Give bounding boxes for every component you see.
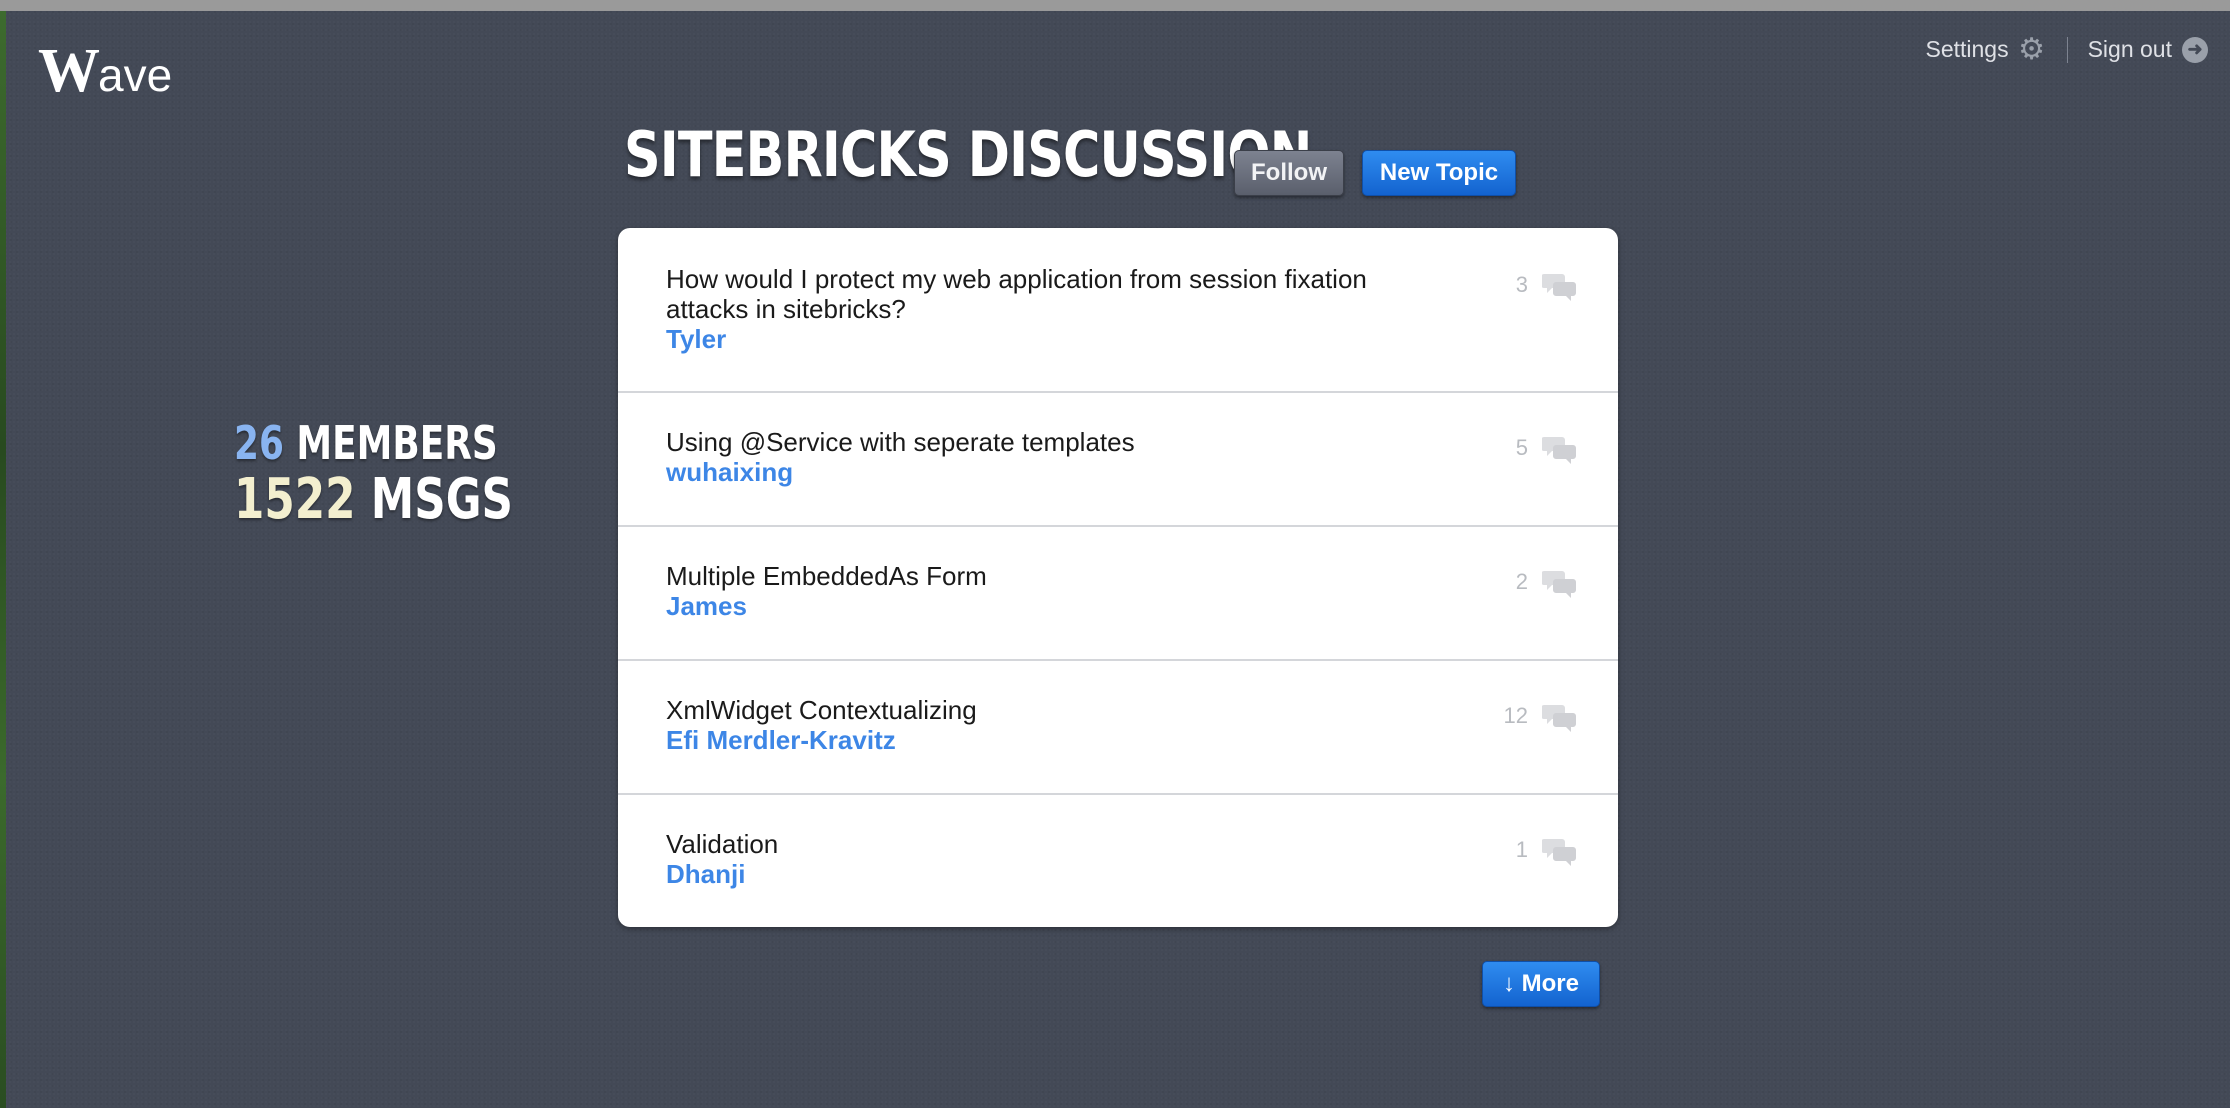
topic-list: How would I protect my web application f…: [618, 228, 1618, 927]
topic-row[interactable]: XmlWidget Contextualizing Efi Merdler-Kr…: [618, 659, 1618, 795]
topic-author[interactable]: wuhaixing: [666, 457, 1386, 487]
topic-title-text[interactable]: Multiple EmbeddedAs Form: [666, 561, 987, 591]
reply-count: 5: [1515, 435, 1528, 460]
topic-title-text[interactable]: Using @Service with seperate templates: [666, 427, 1135, 457]
logo-initial: W: [38, 37, 100, 105]
speech-bubbles-icon: [1542, 274, 1576, 301]
settings-label: Settings: [1925, 36, 2009, 62]
speech-bubbles-icon: [1542, 571, 1576, 598]
topic-title[interactable]: Validation Dhanji: [666, 829, 1386, 889]
topic-row[interactable]: Multiple EmbeddedAs Form James 2: [618, 525, 1618, 661]
messages-label: MSGS: [370, 467, 514, 532]
messages-count: 1522: [234, 467, 356, 532]
speech-bubbles-icon: [1542, 839, 1576, 866]
speech-bubbles-icon: [1542, 437, 1576, 464]
page-title: SITEBRICKS DISCUSSION: [624, 118, 1312, 191]
group-stats: 26 MEMBERS 1522 MSGS: [234, 416, 513, 530]
topic-title-text[interactable]: Validation: [666, 829, 778, 859]
messages-stat: 1522 MSGS: [234, 470, 513, 530]
topic-title[interactable]: How would I protect my web application f…: [666, 264, 1386, 354]
settings-link[interactable]: Settings ⚙: [1925, 32, 2046, 66]
topic-row[interactable]: Using @Service with seperate templates w…: [618, 391, 1618, 527]
topic-author[interactable]: Tyler: [666, 324, 1386, 354]
reply-count: 2: [1515, 569, 1528, 594]
topic-title[interactable]: XmlWidget Contextualizing Efi Merdler-Kr…: [666, 695, 1386, 755]
reply-count: 12: [1503, 703, 1528, 728]
arrow-right-circle-icon: ➜: [2182, 36, 2208, 63]
header-divider: [2066, 36, 2068, 63]
reply-count: 3: [1515, 272, 1528, 297]
window-top-bar: [0, 0, 2230, 11]
app-logo[interactable]: Wave: [38, 36, 172, 110]
logo-rest: ave: [98, 49, 173, 101]
topic-title[interactable]: Multiple EmbeddedAs Form James: [666, 561, 1386, 621]
more-button[interactable]: ↓ More: [1482, 961, 1600, 1007]
speech-bubbles-icon: [1542, 705, 1576, 732]
members-stat: 26 MEMBERS: [234, 416, 513, 470]
follow-button[interactable]: Follow: [1234, 150, 1344, 196]
sign-out-link[interactable]: Sign out ➜: [2088, 36, 2208, 63]
sign-out-label: Sign out: [2087, 36, 2172, 62]
topic-title-text[interactable]: How would I protect my web application f…: [666, 264, 1367, 324]
members-count: 26: [234, 416, 284, 470]
reply-count: 1: [1515, 837, 1528, 862]
account-links: Settings ⚙ Sign out ➜: [1925, 32, 2208, 66]
topic-title-text[interactable]: XmlWidget Contextualizing: [666, 695, 977, 725]
gear-icon: ⚙: [2018, 32, 2046, 66]
topic-row[interactable]: How would I protect my web application f…: [618, 228, 1618, 393]
topic-title[interactable]: Using @Service with seperate templates w…: [666, 427, 1386, 487]
new-topic-button[interactable]: New Topic: [1362, 150, 1516, 196]
topic-row[interactable]: Validation Dhanji 1: [618, 793, 1618, 927]
topic-author[interactable]: James: [666, 591, 1386, 621]
topic-author[interactable]: Efi Merdler-Kravitz: [666, 725, 1386, 755]
members-label: MEMBERS: [296, 416, 498, 470]
window-left-edge: [0, 11, 6, 1108]
topic-author[interactable]: Dhanji: [666, 859, 1386, 889]
